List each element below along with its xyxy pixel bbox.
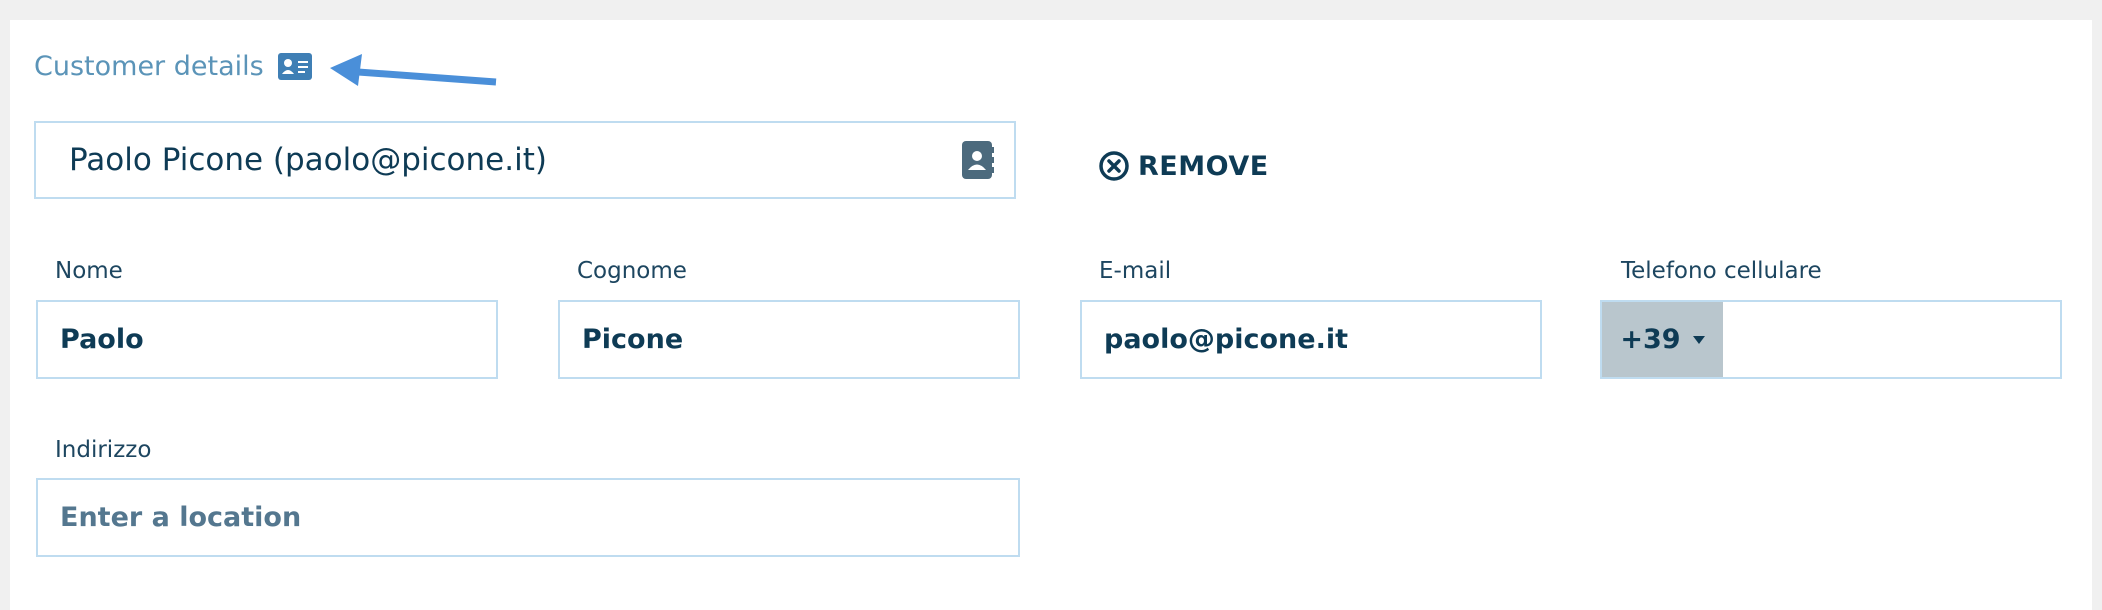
annotation-arrow <box>330 54 497 86</box>
id-card-icon <box>278 53 312 80</box>
remove-label: REMOVE <box>1138 150 1269 182</box>
circle-x-icon <box>1099 151 1129 181</box>
section-title: Customer details <box>34 51 264 82</box>
address-input[interactable]: Enter a location <box>36 478 1020 557</box>
country-code-select[interactable]: +39 <box>1602 302 1723 377</box>
first-name-label: Nome <box>55 258 123 284</box>
remove-button[interactable]: REMOVE <box>1098 148 1269 184</box>
last-name-input[interactable]: Picone <box>558 300 1020 379</box>
mobile-label: Telefono cellulare <box>1621 258 1822 284</box>
customer-select[interactable]: Paolo Picone (paolo@picone.it) <box>34 121 1016 199</box>
email-label: E-mail <box>1099 258 1172 284</box>
address-label: Indirizzo <box>55 437 152 463</box>
country-code-value: +39 <box>1620 324 1681 355</box>
last-name-label: Cognome <box>577 258 687 284</box>
email-input[interactable]: paolo@picone.it <box>1080 300 1542 379</box>
mobile-input[interactable] <box>1723 302 2060 377</box>
mobile-field: +39 <box>1600 300 2062 379</box>
contact-book-icon[interactable] <box>962 141 994 179</box>
first-name-input[interactable]: Paolo <box>36 300 498 379</box>
customer-select-value: Paolo Picone (paolo@picone.it) <box>69 142 547 178</box>
caret-down-icon <box>1692 335 1705 344</box>
